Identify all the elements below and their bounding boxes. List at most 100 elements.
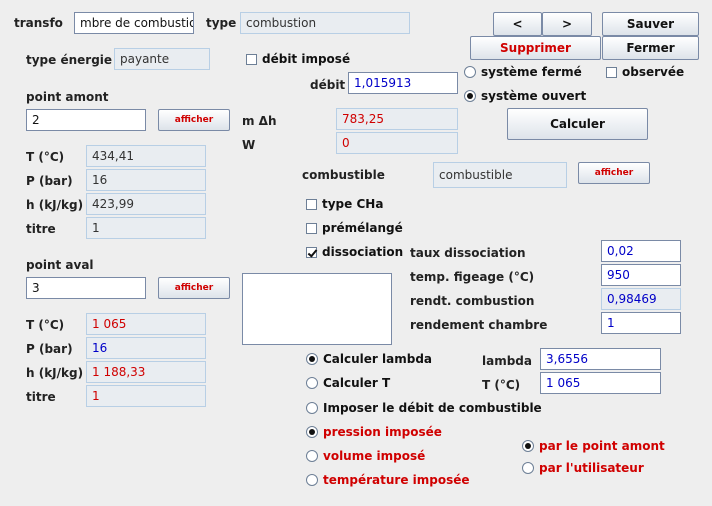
par-utilisateur-radio[interactable]: par l'utilisateur (522, 461, 644, 475)
systeme-ouvert-radio[interactable]: système ouvert (464, 89, 586, 103)
aval-titre-value: 1 (86, 385, 206, 407)
radio-button-selected (464, 90, 476, 102)
aval-t-label: T (°C) (26, 318, 65, 332)
radio-button-selected (306, 353, 318, 365)
pression-imposee-radio[interactable]: pression imposée (306, 425, 442, 439)
radio-button (306, 474, 318, 486)
debit-input[interactable]: 1,015913 (348, 72, 458, 94)
rendt-combustion-label: rendt. combustion (410, 294, 535, 308)
type-cha-label: type CHa (322, 197, 384, 211)
point-amont-title: point amont (26, 90, 109, 104)
systeme-ferme-label: système fermé (481, 65, 582, 79)
pression-imposee-label: pression imposée (323, 425, 442, 439)
aval-p-value: 16 (86, 337, 206, 359)
next-button[interactable]: > (542, 12, 592, 36)
dissociation-checkbox[interactable]: dissociation (306, 245, 403, 259)
radio-button (522, 462, 534, 474)
temperature-imposee-radio[interactable]: température imposée (306, 473, 470, 487)
checkbox-checked (306, 246, 317, 258)
point-aval-input[interactable]: 3 (26, 277, 146, 299)
lambda-label: lambda (482, 354, 532, 368)
debit-impose-checkbox[interactable]: débit imposé (246, 52, 350, 66)
volume-impose-radio[interactable]: volume imposé (306, 449, 425, 463)
work-label: W (242, 138, 256, 152)
rendement-chambre-input[interactable]: 1 (601, 312, 681, 334)
par-point-amont-radio[interactable]: par le point amont (522, 439, 665, 453)
checkbox-box (606, 66, 617, 78)
combustible-label: combustible (302, 168, 385, 182)
imposer-debit-label: Imposer le débit de combustible (323, 401, 542, 415)
systeme-ouvert-label: système ouvert (481, 89, 587, 103)
aval-t-value: 1 065 (86, 313, 206, 335)
text-area[interactable] (242, 273, 392, 345)
type-cha-checkbox[interactable]: type CHa (306, 197, 383, 211)
radio-button (306, 402, 318, 414)
type-label: type (206, 16, 237, 30)
amont-p-value: 16 (86, 169, 206, 191)
par-utilisateur-label: par l'utilisateur (539, 461, 644, 475)
transfo-label: transfo (14, 16, 63, 30)
temperature-imposee-label: température imposée (323, 473, 470, 487)
radio-button-selected (306, 426, 318, 438)
taux-dissociation-input[interactable]: 0,02 (601, 240, 681, 262)
delete-button[interactable]: Supprimer (470, 36, 601, 60)
aval-p-label: P (bar) (26, 342, 73, 356)
debit-label: débit (310, 78, 346, 92)
premelange-label: prémélangé (322, 221, 403, 235)
dissociation-label: dissociation (322, 245, 404, 259)
calculer-lambda-radio[interactable]: Calculer lambda (306, 352, 432, 366)
afficher-aval-button[interactable]: afficher (158, 277, 230, 299)
par-point-amont-label: par le point amont (539, 439, 665, 453)
observee-label: observée (622, 65, 685, 79)
radio-button-selected (522, 440, 534, 452)
energy-type-field: payante (114, 48, 210, 70)
volume-impose-label: volume imposé (323, 449, 426, 463)
point-aval-title: point aval (26, 258, 94, 272)
amont-titre-value: 1 (86, 217, 206, 239)
combustible-field: combustible (433, 162, 567, 188)
radio-button (306, 377, 318, 389)
taux-dissociation-label: taux dissociation (410, 246, 526, 260)
aval-h-label: h (kJ/kg) (26, 366, 84, 380)
checkbox-box (306, 198, 317, 210)
save-button[interactable]: Sauver (602, 12, 699, 36)
aval-h-value: 1 188,33 (86, 361, 206, 383)
temp-figeage-label: temp. figeage (°C) (410, 270, 535, 284)
amont-h-label: h (kJ/kg) (26, 198, 84, 212)
temp-figeage-input[interactable]: 950 (601, 264, 681, 286)
calculer-lambda-label: Calculer lambda (323, 352, 433, 366)
t-input[interactable]: 1 065 (540, 372, 661, 394)
energy-type-label: type énergie (26, 53, 113, 67)
delta-h-label: m Δh (242, 114, 277, 128)
t-label: T (°C) (482, 378, 521, 392)
imposer-debit-radio[interactable]: Imposer le débit de combustible (306, 401, 542, 415)
amont-p-label: P (bar) (26, 174, 73, 188)
radio-button (306, 450, 318, 462)
checkbox-box (246, 53, 257, 65)
previous-button[interactable]: < (493, 12, 542, 36)
radio-button (464, 66, 476, 78)
calculer-t-label: Calculer T (323, 376, 391, 390)
amont-t-value: 434,41 (86, 145, 206, 167)
observee-checkbox[interactable]: observée (606, 65, 684, 79)
amont-t-label: T (°C) (26, 150, 65, 164)
aval-titre-label: titre (26, 390, 56, 404)
calculate-button[interactable]: Calculer (507, 108, 648, 140)
point-amont-input[interactable]: 2 (26, 109, 146, 131)
rendement-chambre-label: rendement chambre (410, 318, 548, 332)
lambda-input[interactable]: 3,6556 (540, 348, 661, 370)
debit-impose-label: débit imposé (262, 52, 351, 66)
close-button[interactable]: Fermer (602, 36, 699, 60)
rendt-combustion-value: 0,98469 (601, 288, 681, 310)
transfo-name-field[interactable]: mbre de combustion (74, 12, 194, 34)
calculer-t-radio[interactable]: Calculer T (306, 376, 390, 390)
checkbox-box (306, 222, 317, 234)
amont-titre-label: titre (26, 222, 56, 236)
amont-h-value: 423,99 (86, 193, 206, 215)
systeme-ferme-radio[interactable]: système fermé (464, 65, 582, 79)
afficher-amont-button[interactable]: afficher (158, 109, 230, 131)
afficher-combustible-button[interactable]: afficher (578, 162, 650, 184)
premelange-checkbox[interactable]: prémélangé (306, 221, 403, 235)
type-field: combustion (240, 12, 410, 34)
delta-h-value: 783,25 (336, 108, 458, 130)
